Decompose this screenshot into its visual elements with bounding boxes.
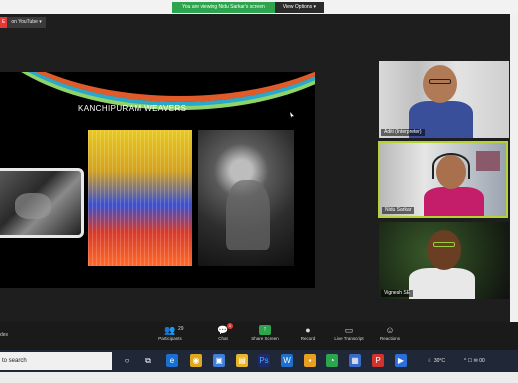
weather-widget[interactable]: ☾ 30°C <box>428 356 445 366</box>
mouse-cursor-icon <box>290 112 294 118</box>
participant-name: Vignesh SE <box>381 290 414 297</box>
temperature-text: 30°C <box>433 358 446 364</box>
record-button[interactable]: ● Record <box>288 325 328 349</box>
chrome-icon[interactable]: ◉ <box>190 354 202 367</box>
windows-taskbar: to search ○ ⧉ e ◉ ▣ ▤ Ps W ▪ ◔ ▦ P ▶ ☾ 3… <box>0 350 518 372</box>
tray-time: 00 <box>479 358 485 364</box>
screen-share-banner: You are viewing Nidu Sarkar's screen Vie… <box>172 2 325 13</box>
share-screen-button[interactable]: ↑ Share Screen <box>245 325 285 349</box>
reactions-button[interactable]: ☺ Reactions <box>370 325 410 349</box>
share-screen-label: Share Screen <box>251 336 279 341</box>
zoom-meeting-window: You are viewing Nidu Sarkar's screen Vie… <box>0 0 518 383</box>
bottom-strip <box>0 372 518 383</box>
photo-hand-shape <box>15 193 51 219</box>
participant-name: Aditi (Interpreter) <box>381 129 425 136</box>
start-icon[interactable]: ○ <box>121 354 133 367</box>
weaver-hands-photo <box>0 168 84 238</box>
participant-shirt <box>409 268 475 299</box>
app-icon[interactable]: ▦ <box>349 354 361 367</box>
photoshop-icon[interactable]: Ps <box>258 354 270 367</box>
participants-icon: 👥 <box>164 325 176 335</box>
participant-tile-active-speaker[interactable]: Nidu Sarkar <box>378 141 508 218</box>
live-transcript-button[interactable]: ▭ Live Transcript <box>329 325 369 349</box>
chat-badge: 1 <box>227 323 233 329</box>
live-transcript-label: Live Transcript <box>334 336 364 341</box>
powerpoint-icon[interactable]: P <box>372 354 384 367</box>
sticky-icon[interactable]: ▪ <box>304 354 316 367</box>
meeting-toolbar: des 👥 29 Participants 💬 1 Chat ↑ Share S… <box>0 322 518 350</box>
zoom-icon[interactable]: ▶ <box>395 354 407 367</box>
reactions-label: Reactions <box>379 336 400 341</box>
live-badge: E <box>0 17 8 28</box>
shared-screen-slide: KANCHIPURAM WEAVERS <box>0 72 315 288</box>
share-banner-message: You are viewing Nidu Sarkar's screen <box>172 2 275 13</box>
share-screen-icon: ↑ <box>259 325 271 335</box>
photo-figure-shape <box>226 180 270 250</box>
glasses-icon <box>433 242 455 247</box>
window-right-edge <box>510 14 518 350</box>
youtube-live-dropdown[interactable]: on YouTube ▾ <box>7 17 46 28</box>
participant-name: Nidu Sarkar <box>382 207 415 214</box>
participants-count: 29 <box>178 326 184 332</box>
headset-icon <box>432 153 470 179</box>
edge-icon[interactable]: e <box>166 354 178 367</box>
photo-thread-lines <box>88 130 192 266</box>
store-icon[interactable]: ▣ <box>213 354 225 367</box>
word-icon[interactable]: W <box>281 354 293 367</box>
participant-tile[interactable]: Aditi (Interpreter) <box>379 61 509 138</box>
slide-title: KANCHIPURAM WEAVERS <box>78 104 187 113</box>
participant-face <box>427 230 461 270</box>
participant-tile[interactable]: Vignesh SE <box>379 222 509 299</box>
task-view-icon[interactable]: ⧉ <box>142 354 154 367</box>
participants-button[interactable]: 👥 29 Participants <box>150 325 190 349</box>
whatsapp-icon[interactable]: ◔ <box>326 354 338 367</box>
chat-label: Chat <box>218 336 228 341</box>
glasses-icon <box>429 79 451 84</box>
participants-label: Participants <box>158 336 182 341</box>
silk-threads-photo <box>88 130 192 266</box>
captions-icon: ▭ <box>344 325 354 335</box>
taskbar-search-box[interactable]: to search <box>0 352 112 370</box>
weaver-portrait-photo <box>198 130 294 266</box>
toolbar-left-label[interactable]: des <box>0 332 8 338</box>
reactions-icon: ☺ <box>385 325 395 335</box>
record-icon: ● <box>305 325 311 335</box>
youtube-live-indicator[interactable]: E on YouTube ▾ <box>0 17 46 28</box>
wall-frame <box>476 151 500 171</box>
slide-decorative-arc <box>0 72 315 102</box>
view-options-button[interactable]: View Options ▾ <box>274 2 325 13</box>
system-tray[interactable]: ^ ☐ ✉ 00 <box>464 356 485 366</box>
participant-shirt <box>424 187 484 216</box>
record-label: Record <box>300 336 316 341</box>
chat-button[interactable]: 💬 1 Chat <box>203 323 243 349</box>
file-explorer-icon[interactable]: ▤ <box>236 354 248 367</box>
participant-face <box>423 65 457 103</box>
